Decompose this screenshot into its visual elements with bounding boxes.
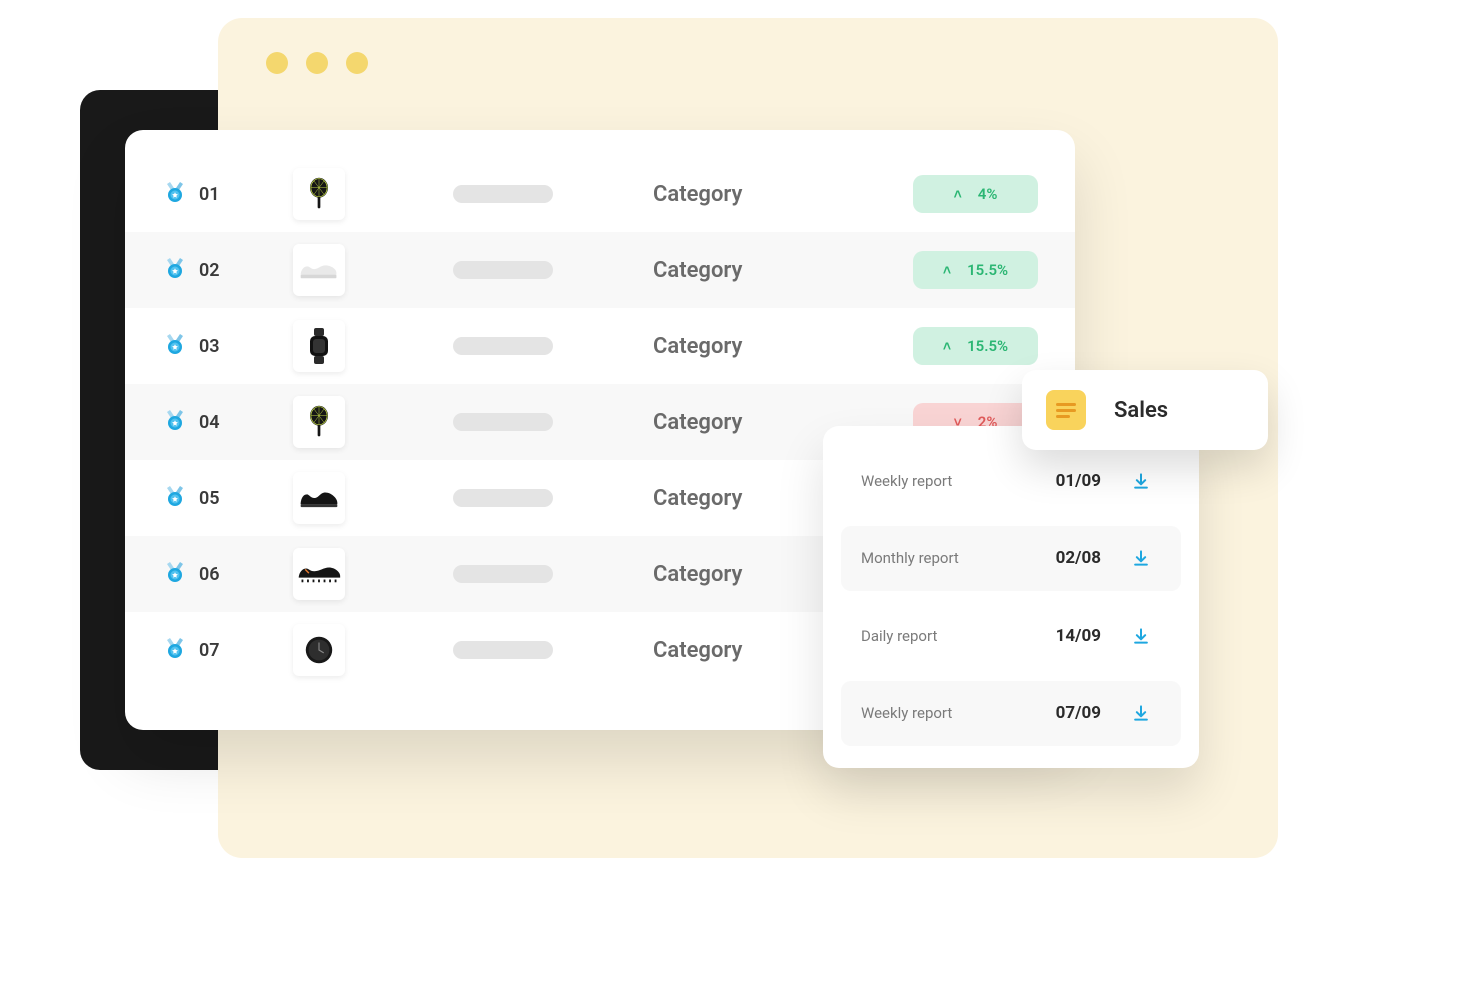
report-name: Monthly report bbox=[861, 549, 1036, 567]
skeleton-bar bbox=[453, 413, 553, 431]
download-icon[interactable] bbox=[1121, 626, 1161, 646]
placeholder-cell bbox=[453, 565, 653, 583]
skeleton-bar bbox=[453, 565, 553, 583]
product-thumbnail[interactable] bbox=[293, 396, 345, 448]
chevron-up-icon: ˄ bbox=[943, 262, 951, 279]
table-row[interactable]: 01 Category ˄ 4% bbox=[125, 156, 1075, 232]
medal-icon bbox=[163, 332, 187, 360]
rank-cell: 03 bbox=[163, 332, 293, 360]
product-cell bbox=[293, 624, 453, 676]
report-date: 14/09 bbox=[1056, 626, 1101, 646]
window-dot bbox=[306, 52, 328, 74]
report-row[interactable]: Weekly report 01/09 bbox=[841, 448, 1181, 514]
rank-number: 01 bbox=[199, 184, 220, 205]
product-cell bbox=[293, 244, 453, 296]
product-thumbnail[interactable] bbox=[293, 472, 345, 524]
chevron-up-icon: ˄ bbox=[943, 338, 951, 355]
product-cell bbox=[293, 320, 453, 372]
rank-number: 05 bbox=[199, 488, 220, 509]
delta-value: 15.5% bbox=[967, 261, 1008, 279]
placeholder-cell bbox=[453, 489, 653, 507]
window-dot bbox=[346, 52, 368, 74]
download-icon[interactable] bbox=[1121, 548, 1161, 568]
medal-icon bbox=[163, 560, 187, 588]
rank-cell: 02 bbox=[163, 256, 293, 284]
placeholder-cell bbox=[453, 413, 653, 431]
product-cell bbox=[293, 548, 453, 600]
skeleton-bar bbox=[453, 261, 553, 279]
report-row[interactable]: Monthly report 02/08 bbox=[841, 526, 1181, 592]
product-thumbnail[interactable] bbox=[293, 168, 345, 220]
skeleton-bar bbox=[453, 641, 553, 659]
product-cell bbox=[293, 472, 453, 524]
product-thumbnail[interactable] bbox=[293, 320, 345, 372]
skeleton-bar bbox=[453, 489, 553, 507]
download-icon[interactable] bbox=[1121, 471, 1161, 491]
rank-number: 07 bbox=[199, 640, 220, 661]
category-label: Category bbox=[653, 258, 913, 283]
product-thumbnail[interactable] bbox=[293, 548, 345, 600]
placeholder-cell bbox=[453, 185, 653, 203]
rank-cell: 07 bbox=[163, 636, 293, 664]
report-date: 01/09 bbox=[1056, 471, 1101, 491]
chevron-up-icon: ˄ bbox=[954, 186, 962, 203]
delta-cell-wrap: ˄ 4% bbox=[913, 175, 1075, 213]
table-row[interactable]: 02 Category ˄ 15.5% bbox=[125, 232, 1075, 308]
report-row[interactable]: Daily report 14/09 bbox=[841, 603, 1181, 669]
delta-badge: ˄ 15.5% bbox=[913, 251, 1038, 289]
product-thumbnail[interactable] bbox=[293, 624, 345, 676]
delta-value: 15.5% bbox=[967, 337, 1008, 355]
sales-chip-label: Sales bbox=[1114, 398, 1168, 423]
rank-number: 06 bbox=[199, 564, 220, 585]
report-date: 07/09 bbox=[1056, 703, 1101, 723]
category-label: Category bbox=[653, 182, 913, 207]
report-date: 02/08 bbox=[1056, 548, 1101, 568]
window-dot bbox=[266, 52, 288, 74]
delta-value: 4% bbox=[978, 185, 998, 203]
product-cell bbox=[293, 168, 453, 220]
medal-icon bbox=[163, 484, 187, 512]
document-icon bbox=[1046, 390, 1086, 430]
delta-badge: ˄ 4% bbox=[913, 175, 1038, 213]
placeholder-cell bbox=[453, 261, 653, 279]
rank-number: 02 bbox=[199, 260, 220, 281]
delta-badge: ˄ 15.5% bbox=[913, 327, 1038, 365]
delta-cell-wrap: ˄ 15.5% bbox=[913, 251, 1075, 289]
rank-cell: 01 bbox=[163, 180, 293, 208]
reports-card: Weekly report 01/09 Monthly report 02/08 Dai… bbox=[823, 426, 1199, 768]
medal-icon bbox=[163, 636, 187, 664]
medal-icon bbox=[163, 256, 187, 284]
window-controls bbox=[266, 52, 368, 74]
medal-icon bbox=[163, 180, 187, 208]
table-row[interactable]: 03 Category ˄ 15.5% bbox=[125, 308, 1075, 384]
report-name: Daily report bbox=[861, 627, 1036, 645]
delta-cell-wrap: ˄ 15.5% bbox=[913, 327, 1075, 365]
skeleton-bar bbox=[453, 337, 553, 355]
sales-chip[interactable]: Sales bbox=[1022, 370, 1268, 450]
product-cell bbox=[293, 396, 453, 448]
report-name: Weekly report bbox=[861, 472, 1036, 490]
placeholder-cell bbox=[453, 641, 653, 659]
product-thumbnail[interactable] bbox=[293, 244, 345, 296]
rank-number: 03 bbox=[199, 336, 220, 357]
rank-number: 04 bbox=[199, 412, 220, 433]
medal-icon bbox=[163, 408, 187, 436]
rank-cell: 04 bbox=[163, 408, 293, 436]
report-row[interactable]: Weekly report 07/09 bbox=[841, 681, 1181, 747]
report-name: Weekly report bbox=[861, 704, 1036, 722]
skeleton-bar bbox=[453, 185, 553, 203]
download-icon[interactable] bbox=[1121, 703, 1161, 723]
rank-cell: 05 bbox=[163, 484, 293, 512]
placeholder-cell bbox=[453, 337, 653, 355]
rank-cell: 06 bbox=[163, 560, 293, 588]
category-label: Category bbox=[653, 334, 913, 359]
